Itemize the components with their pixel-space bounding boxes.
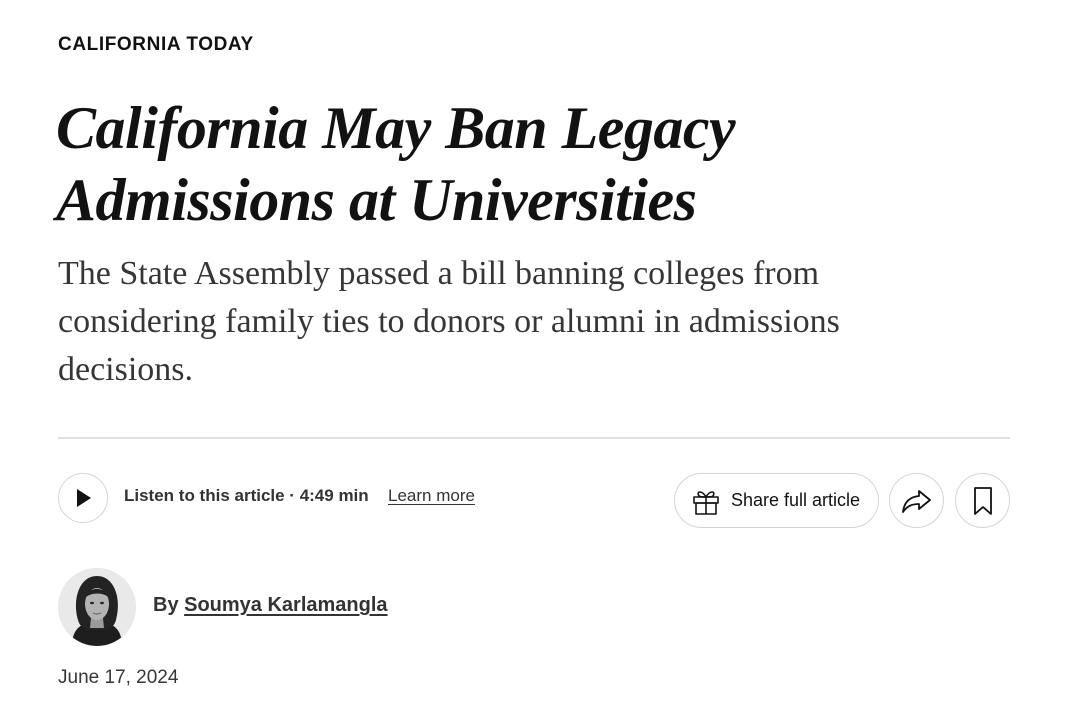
save-button[interactable] (955, 473, 1010, 528)
learn-more-link[interactable]: Learn more (388, 486, 475, 506)
play-icon (77, 489, 91, 507)
publish-date: June 17, 2024 (58, 667, 179, 688)
divider (58, 437, 1010, 439)
byline-prefix: By (153, 594, 185, 616)
article-summary: The State Assembly passed a bill banning… (58, 255, 840, 388)
share-full-article-button[interactable]: Share full article (674, 473, 879, 528)
share-button[interactable] (889, 473, 944, 528)
author-link[interactable]: Soumya Karlamangla (184, 594, 387, 616)
bookmark-icon (973, 486, 992, 515)
section-kicker[interactable]: CALIFORNIA TODAY (58, 34, 254, 56)
play-audio-button[interactable] (58, 473, 108, 523)
byline: By Soumya Karlamangla (153, 594, 388, 617)
gift-icon (693, 490, 719, 515)
article-headline: California May Ban Legacy Admissions at … (56, 95, 736, 233)
share-full-article-label: Share full article (731, 490, 861, 510)
author-avatar[interactable] (58, 568, 136, 646)
listen-label: Listen to this article · 4:49 min (124, 486, 369, 505)
share-arrow-icon (901, 489, 931, 513)
